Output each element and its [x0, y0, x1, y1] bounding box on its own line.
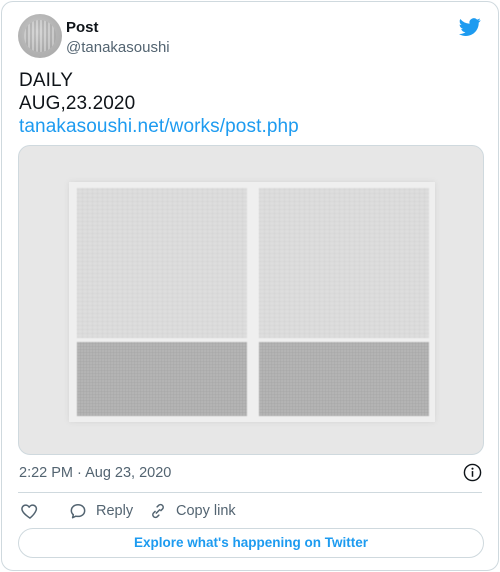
tweet-timestamp[interactable]: 2:22 PM · Aug 23, 2020: [19, 465, 171, 481]
author-display-name[interactable]: Post: [66, 19, 99, 36]
link-icon: [152, 503, 164, 519]
artwork-frame: [69, 182, 435, 422]
tweet-text-line-1: DAILY: [19, 70, 74, 91]
tweet-text-line-2: AUG,23.2020: [19, 93, 136, 114]
artwork-panel: [259, 188, 429, 338]
tweet-card: Post @tanakasoushi DAILY AUG,23.2020 tan…: [1, 1, 499, 571]
info-icon[interactable]: [463, 463, 482, 482]
copy-link-label: Copy link: [176, 503, 236, 519]
heart-icon: [21, 504, 38, 519]
like-button[interactable]: [20, 500, 40, 522]
reply-bubble-icon: [70, 504, 86, 519]
artwork-panel: [77, 342, 247, 416]
avatar[interactable]: [18, 14, 62, 58]
divider: [18, 492, 482, 493]
copy-link-button[interactable]: Copy link: [148, 500, 236, 522]
reply-button[interactable]: Reply: [68, 500, 133, 522]
author-handle[interactable]: @tanakasoushi: [66, 39, 170, 56]
tweet-image[interactable]: [18, 145, 484, 455]
artwork-panel: [77, 188, 247, 338]
twitter-bird-icon[interactable]: [458, 16, 482, 38]
explore-twitter-button[interactable]: Explore what's happening on Twitter: [18, 528, 484, 558]
tweet-link[interactable]: tanakasoushi.net/works/post.php: [19, 116, 299, 138]
artwork-panel: [259, 342, 429, 416]
reply-label: Reply: [96, 503, 134, 519]
